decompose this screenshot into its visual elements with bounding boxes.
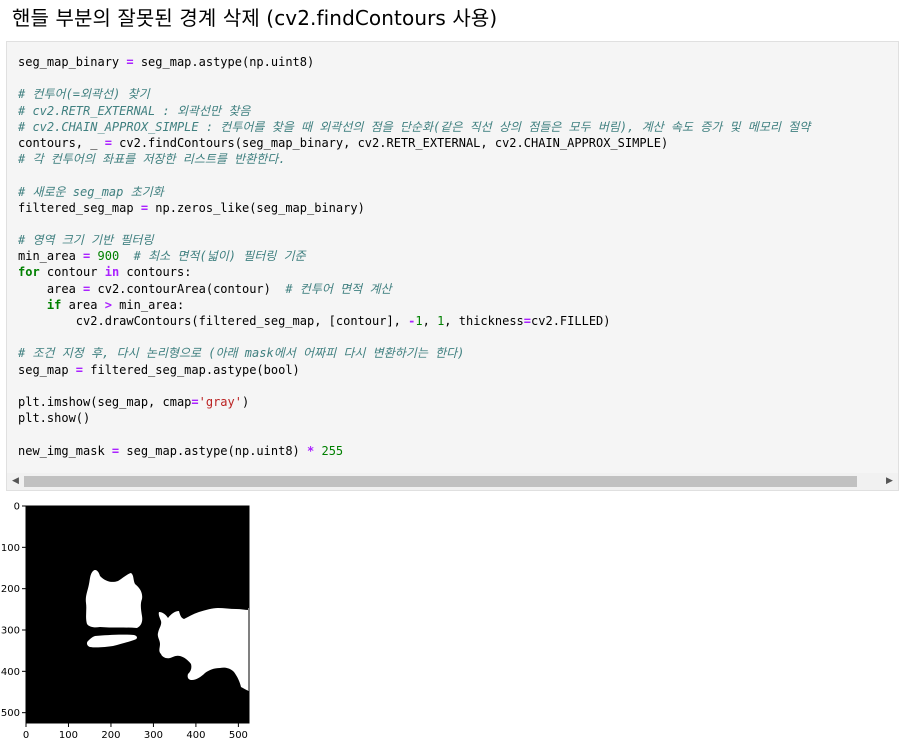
y-tick-label: 0 — [14, 502, 20, 513]
code-token: seg_map.astype(np.uint8) — [133, 55, 315, 69]
y-tick-label: 500 — [1, 708, 20, 719]
code-token: # 컨투어(=외곽선) 찾기 — [18, 87, 150, 102]
code-token: seg_map_binary — [18, 55, 127, 69]
code-line: # cv2.RETR_EXTERNAL : 외곽선만 찾음 — [18, 103, 898, 119]
code-token: # cv2.RETR_EXTERNAL : 외곽선만 찾음 — [18, 103, 251, 118]
code-line: # 새로운 seg_map 초기화 — [18, 184, 898, 200]
x-axis: 0 100 200 300 400 500 — [23, 723, 248, 741]
code-line: # 각 컨투어의 좌표를 저장한 리스트를 반환한다. — [18, 151, 898, 167]
code-line: filtered_seg_map = np.zeros_like(seg_map… — [18, 200, 898, 216]
code-token: = — [523, 314, 532, 328]
code-token: contours: — [119, 265, 192, 280]
code-token: cv2.contourArea(contour) — [90, 281, 286, 296]
code-token: = — [75, 362, 84, 377]
code-token: filtered_seg_map — [18, 200, 141, 215]
code-token: new_img_mask — [18, 443, 112, 458]
code-token: # 각 컨투어의 좌표를 저장한 리스트를 반환한다. — [18, 152, 286, 167]
code-line: for contour in contours: — [18, 264, 898, 280]
code-token: for — [18, 265, 40, 280]
horizontal-scrollbar[interactable]: ◀ ▶ — [7, 473, 898, 490]
code-token: plt.show() — [18, 411, 91, 426]
code-line: new_img_mask = seg_map.astype(np.uint8) … — [18, 443, 898, 459]
code-line: if area > min_area: — [18, 297, 898, 313]
code-line: contours, _ = cv2.findContours(seg_map_b… — [18, 135, 898, 151]
y-tick-label: 100 — [1, 543, 20, 554]
code-token: np.zeros_like(seg_map_binary) — [148, 200, 365, 215]
code-token: = — [126, 55, 134, 69]
y-tick-label: 400 — [1, 667, 20, 678]
code-token: min_area — [18, 249, 84, 264]
code-token: = — [140, 200, 149, 215]
code-line: cv2.drawContours(filtered_seg_map, [cont… — [18, 313, 898, 329]
code-token: 255 — [321, 443, 344, 458]
code-token: # 컨투어 면적 계산 — [285, 281, 392, 296]
code-token: seg_map.astype(np.uint8) — [119, 443, 307, 458]
code-token: , — [422, 314, 438, 328]
code-line: # 조건 지정 후, 다시 논리형으로 (아래 mask에서 어짜피 다시 변환… — [18, 345, 898, 361]
code-token: # 조건 지정 후, 다시 논리형으로 (아래 mask에서 어짜피 다시 변환… — [18, 346, 465, 361]
x-tick-label: 100 — [59, 730, 78, 741]
code-token: , thickness — [444, 314, 524, 328]
code-line: # 영역 크기 기반 필터링 — [18, 232, 898, 248]
code-token: # 영역 크기 기반 필터링 — [18, 233, 154, 248]
code-line: seg_map_binary = seg_map.astype(np.uint8… — [18, 54, 898, 70]
code-token: cv2.FILLED) — [531, 314, 611, 328]
code-token: in — [104, 265, 120, 280]
y-axis: 0 100 200 300 400 500 — [1, 502, 26, 719]
code-token: min_area: — [111, 297, 185, 312]
code-token: cv2.drawContours(filtered_seg_map, [cont… — [18, 314, 409, 328]
code-token: filtered_seg_map.astype(bool) — [83, 362, 300, 377]
code-line: # 컨투어(=외곽선) 찾기 — [18, 86, 898, 102]
x-tick-label: 500 — [229, 730, 248, 741]
scroll-left-arrow-icon[interactable]: ◀ — [7, 473, 24, 490]
code-cell[interactable]: seg_map_binary = seg_map.astype(np.uint8… — [6, 41, 899, 491]
code-token: contour — [39, 265, 105, 280]
code-token: ) — [241, 394, 250, 409]
code-token: 'gray' — [198, 394, 242, 409]
code-token: contours, _ — [18, 135, 105, 150]
code-token: 900 — [97, 249, 120, 264]
scroll-right-arrow-icon[interactable]: ▶ — [881, 473, 898, 490]
code-token: = — [104, 135, 112, 150]
x-tick-label: 400 — [186, 730, 205, 741]
code-token: if — [46, 297, 62, 312]
scrollbar-thumb[interactable] — [24, 476, 857, 487]
code-token: area — [61, 297, 105, 312]
y-tick-label: 300 — [1, 626, 20, 637]
code-token: cv2.findContours(seg_map_binary, cv2.RET… — [111, 135, 669, 150]
code-line: plt.show() — [18, 410, 898, 426]
code-line: min_area = 900 # 최소 면적(넓이) 필터링 기준 — [18, 248, 898, 264]
code-line: plt.imshow(seg_map, cmap='gray') — [18, 394, 898, 410]
x-tick-label: 200 — [101, 730, 120, 741]
code-token: # 새로운 seg_map 초기화 — [18, 184, 164, 199]
code-token: > — [104, 297, 112, 312]
x-tick-label: 300 — [144, 730, 163, 741]
code-token: seg_map — [18, 362, 76, 377]
code-line: area = cv2.contourArea(contour) # 컨투어 면적… — [18, 281, 898, 297]
y-tick-label: 200 — [1, 584, 20, 595]
code-token: plt.imshow(seg_map, cmap — [18, 394, 192, 409]
x-tick-label: 0 — [23, 730, 29, 741]
output-plot: 0 100 200 300 400 500 0 100 200 300 400 500 — [1, 502, 250, 741]
segmentation-mask-image — [26, 506, 249, 723]
code-line: seg_map = filtered_seg_map.astype(bool) — [18, 362, 898, 378]
code-token: 1 — [415, 314, 423, 328]
code-token: area — [18, 281, 84, 296]
code-token: # cv2.CHAIN_APPROX_SIMPLE : 컨투어를 찾을 때 외곽… — [18, 119, 811, 134]
code-token: # 최소 면적(넓이) 필터링 기준 — [133, 249, 306, 264]
code-token: = — [191, 394, 199, 409]
code-line: # cv2.CHAIN_APPROX_SIMPLE : 컨투어를 찾을 때 외곽… — [18, 119, 898, 135]
code-editor[interactable]: seg_map_binary = seg_map.astype(np.uint8… — [18, 54, 898, 459]
cell-heading: 핸들 부분의 잘못된 경계 삭제 (cv2.findContours 사용) — [12, 6, 498, 30]
